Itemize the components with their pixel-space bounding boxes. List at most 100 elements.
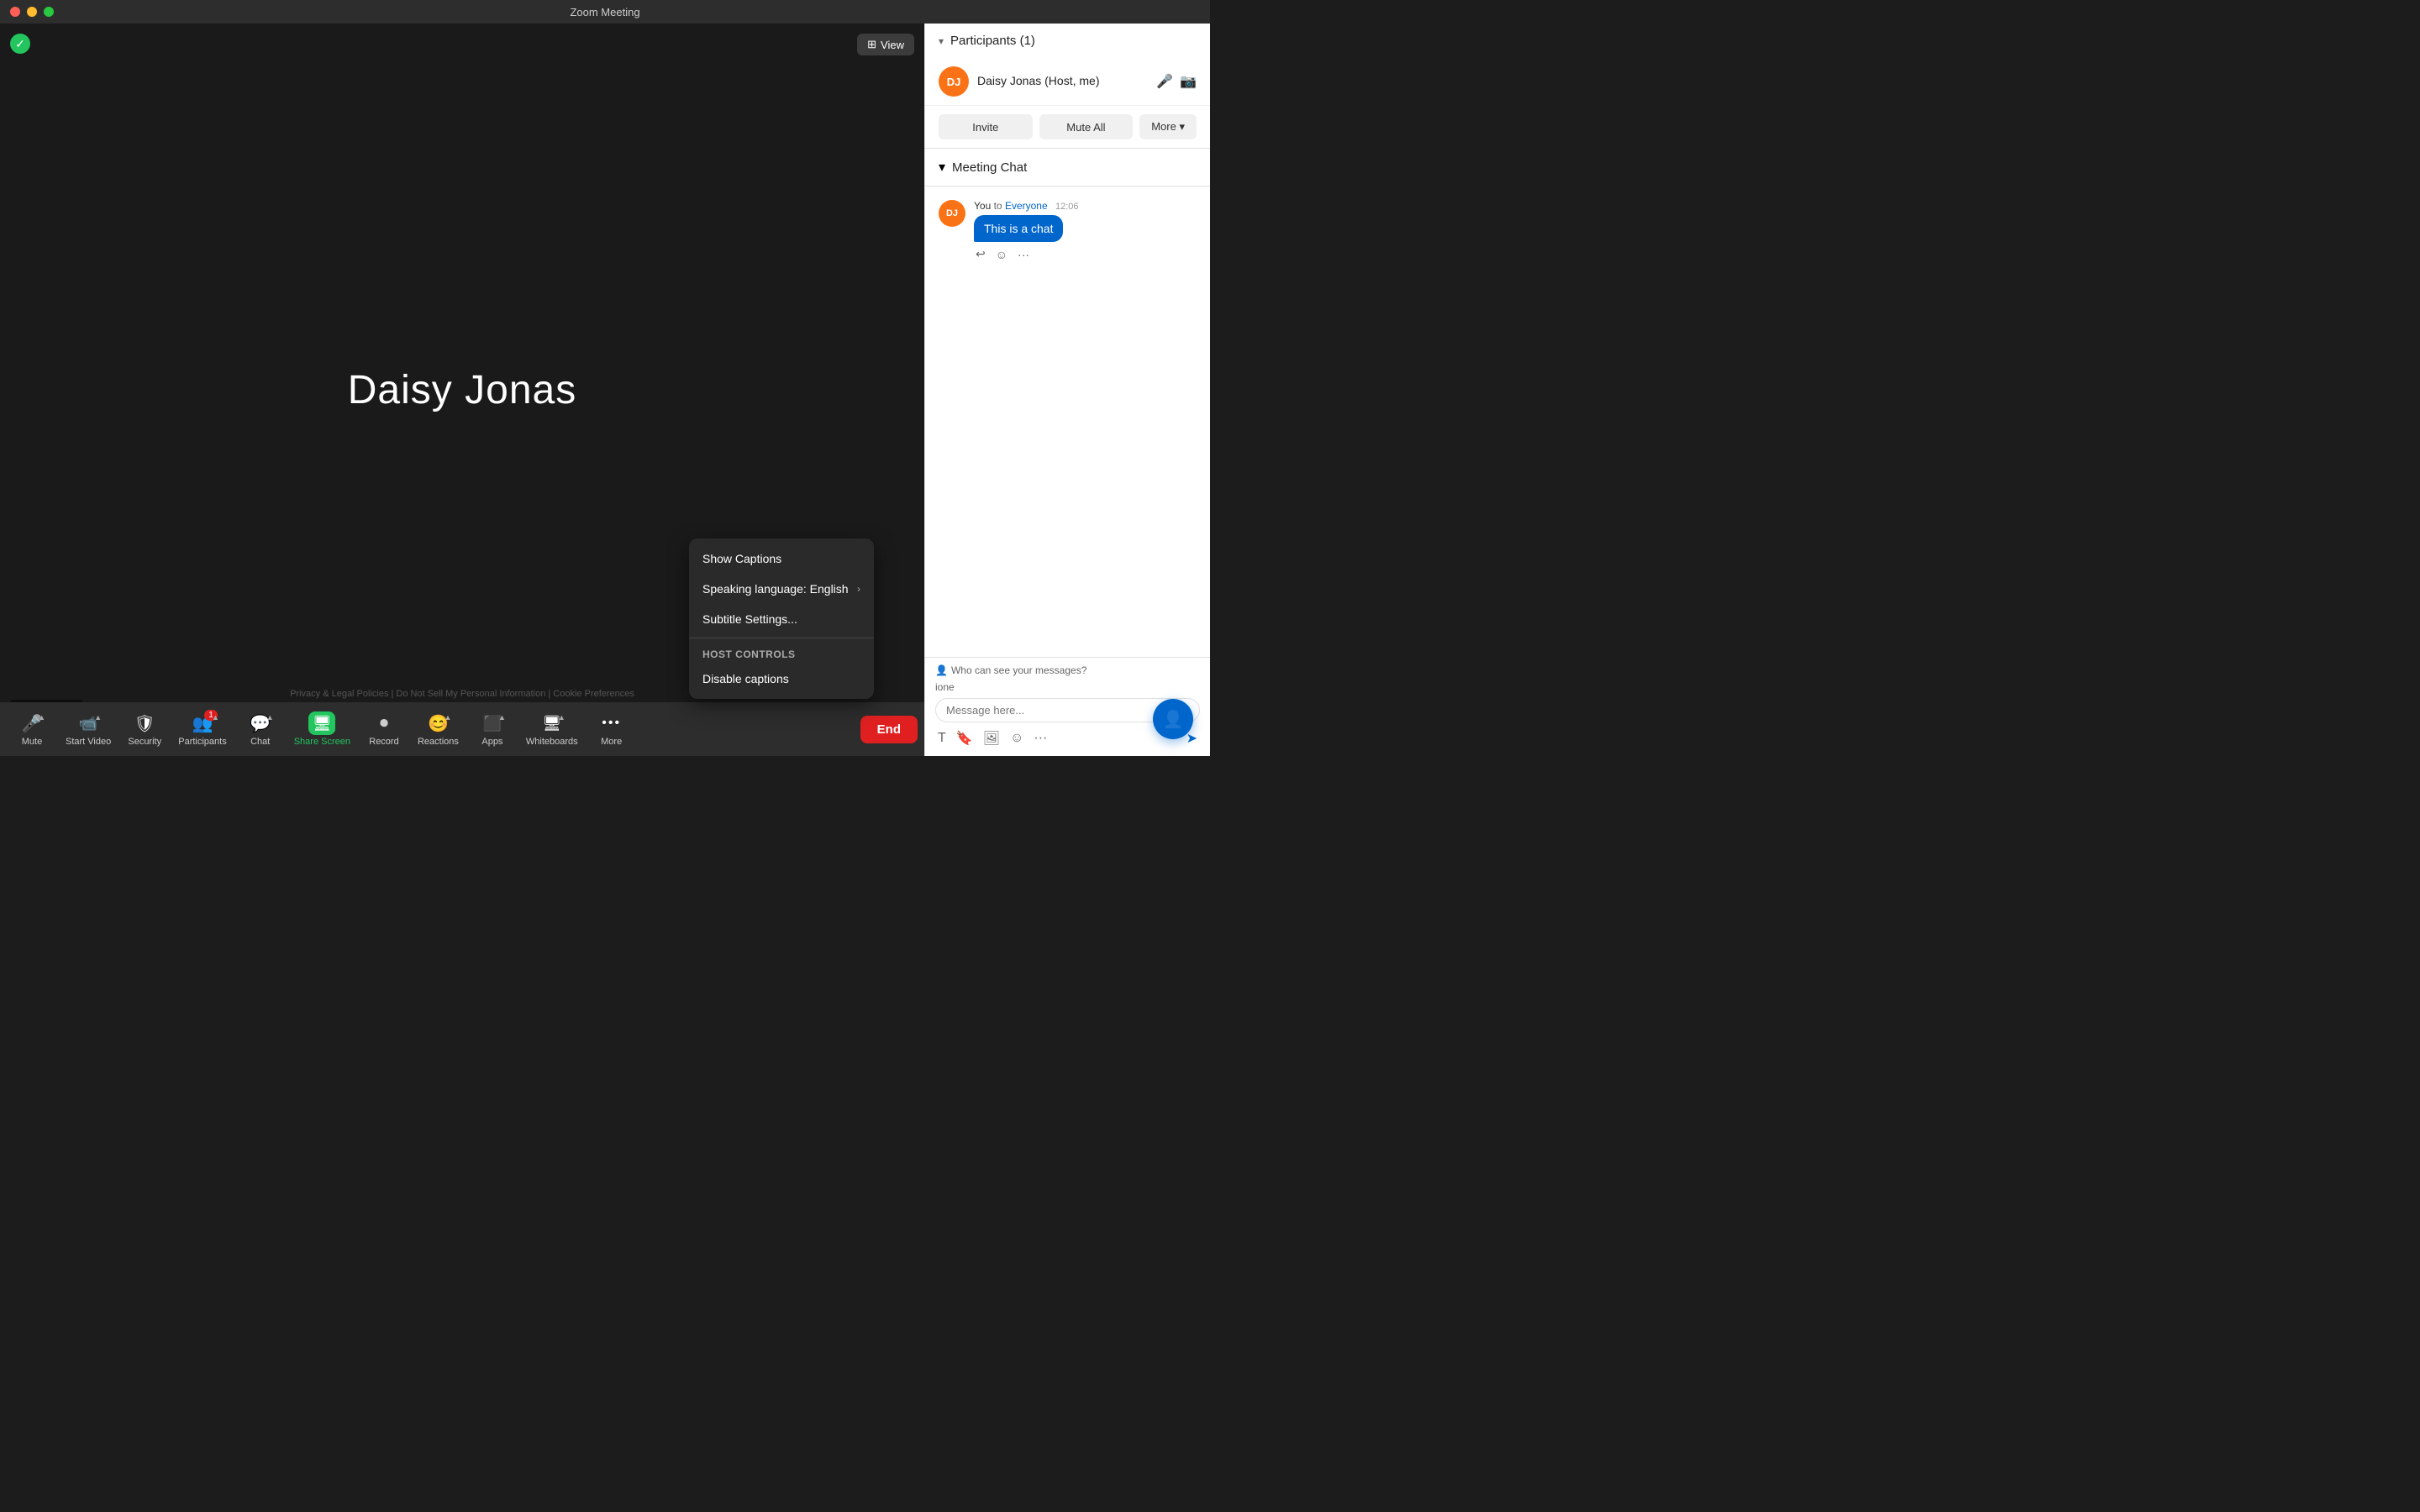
participants-button[interactable]: 👥 1 ▲ Participants	[171, 706, 233, 753]
security-label: Security	[128, 737, 161, 747]
mute-chevron[interactable]: ▲	[38, 713, 45, 722]
view-button-label: View	[881, 39, 904, 51]
format-text-button[interactable]: T	[935, 728, 949, 748]
participants-header: ▾ Participants (1)	[925, 24, 1210, 58]
show-captions-label: Show Captions	[702, 552, 781, 565]
disable-captions-label: Disable captions	[702, 672, 789, 685]
participants-more-label: More	[1151, 120, 1176, 133]
send-to-indicator: ione	[935, 681, 1200, 693]
reactions-button[interactable]: 😊 ▲ Reactions	[411, 706, 466, 753]
speaking-language-label: Speaking language: English	[702, 582, 849, 596]
participants-section: ▾ Participants (1) DJ Daisy Jonas (Host,…	[925, 24, 1210, 149]
participant-info: Daisy Jonas (Host, me)	[977, 74, 1148, 89]
chat-collapse-icon[interactable]: ▾	[939, 159, 945, 176]
whiteboards-icon: 🖥 ▲	[540, 711, 564, 735]
mute-button[interactable]: 🎤 ▲ Mute	[7, 706, 57, 753]
more-label: More	[601, 737, 622, 747]
view-button[interactable]: ⊞ View	[857, 34, 914, 55]
chat-icon: 💬 ▲	[249, 711, 272, 735]
more-icon: •••	[600, 711, 623, 735]
whiteboards-button[interactable]: 🖥 ▲ Whiteboards	[519, 706, 585, 753]
who-can-see-text: Who can see your messages?	[951, 664, 1086, 676]
support-button[interactable]: 👤	[1153, 699, 1193, 739]
participant-mic-icon: 🎤	[1156, 73, 1173, 90]
video-area: ✓ ⊞ View Daisy Jonas Daisy Jonas Show Ca…	[0, 24, 924, 756]
participants-collapse-icon[interactable]: ▾	[939, 35, 944, 47]
maximize-button[interactable]	[44, 7, 54, 17]
emoji-button[interactable]: ☺	[1007, 728, 1026, 748]
disable-captions-item[interactable]: Disable captions	[689, 664, 874, 694]
reply-button[interactable]: ↩	[974, 245, 987, 263]
title-bar: Zoom Meeting	[0, 0, 1210, 24]
chat-label: Chat	[250, 737, 270, 747]
invite-button[interactable]: Invite	[939, 114, 1033, 139]
close-button[interactable]	[10, 7, 20, 17]
share-chevron[interactable]: ▲	[329, 713, 337, 722]
chat-messages: DJ You to Everyone 12:06 This is a chat …	[925, 186, 1210, 657]
apps-button[interactable]: ⬛ ▲ Apps	[467, 706, 518, 753]
chat-message: DJ You to Everyone 12:06 This is a chat …	[939, 200, 1197, 263]
chat-avatar: DJ	[939, 200, 965, 227]
more-dropdown-icon: ▾	[1179, 120, 1185, 133]
chat-recipient: Everyone	[1005, 200, 1048, 212]
end-button[interactable]: End	[860, 716, 918, 743]
chat-actions: ↩ ☺ ···	[974, 245, 1197, 263]
speaking-language-item[interactable]: Speaking language: English ›	[689, 574, 874, 604]
more-button[interactable]: ••• More	[587, 706, 637, 753]
participant-display-name: Daisy Jonas	[348, 367, 576, 413]
view-icon: ⊞	[867, 38, 876, 51]
start-video-button[interactable]: 📹 ▲ Start Video	[59, 706, 118, 753]
apps-chevron[interactable]: ▲	[498, 713, 506, 722]
security-button[interactable]: 🛡 Security	[119, 706, 170, 753]
footer-links: Privacy & Legal Policies | Do Not Sell M…	[290, 689, 634, 699]
reactions-chevron[interactable]: ▲	[445, 713, 452, 722]
chat-header: ▾ Meeting Chat	[925, 149, 1210, 186]
show-captions-item[interactable]: Show Captions	[689, 543, 874, 574]
record-label: Record	[369, 737, 398, 747]
participants-chevron[interactable]: ▲	[212, 713, 219, 722]
participants-label: Participants	[178, 737, 226, 747]
apps-label: Apps	[481, 737, 502, 747]
security-indicator: ✓	[10, 34, 30, 54]
participant-video-icon: 📷	[1180, 73, 1197, 90]
participants-title: Participants (1)	[950, 34, 1197, 48]
participant-controls: Invite Mute All More ▾	[925, 105, 1210, 148]
speaking-language-arrow: ›	[857, 583, 860, 595]
video-icon: 📹 ▲	[76, 711, 100, 735]
image-button[interactable]: 🖼	[981, 727, 1002, 749]
minimize-button[interactable]	[27, 7, 37, 17]
participant-icons: 🎤 📷	[1156, 73, 1197, 90]
support-icon: 👤	[1163, 709, 1184, 730]
reactions-icon: 😊 ▲	[426, 711, 450, 735]
toolbar: 🎤 ▲ Mute 📹 ▲ Start Video 🛡 Security	[0, 702, 924, 756]
share-screen-icon: 🖥 ▲	[308, 711, 335, 735]
whiteboards-label: Whiteboards	[526, 737, 578, 747]
chat-content: You to Everyone 12:06 This is a chat ↩ ☺…	[974, 200, 1197, 263]
more-actions-button[interactable]: ···	[1016, 246, 1031, 263]
main-container: ✓ ⊞ View Daisy Jonas Daisy Jonas Show Ca…	[0, 24, 1210, 756]
mute-label: Mute	[22, 737, 42, 747]
share-screen-label: Share Screen	[294, 737, 350, 747]
host-controls-label: Host controls	[689, 642, 874, 664]
mute-all-button[interactable]: Mute All	[1039, 114, 1134, 139]
chat-time: 12:06	[1055, 202, 1079, 212]
whiteboards-chevron[interactable]: ▲	[558, 713, 566, 722]
record-icon: ⏺	[372, 711, 396, 735]
window-controls[interactable]	[10, 7, 54, 17]
participants-icon: 👥 1 ▲	[191, 711, 214, 735]
share-screen-button[interactable]: 🖥 ▲ Share Screen	[287, 706, 357, 753]
participant-avatar: DJ	[939, 66, 969, 97]
chat-to: to	[994, 200, 1005, 212]
video-chevron[interactable]: ▲	[94, 713, 102, 722]
reactions-label: Reactions	[418, 737, 459, 747]
chat-title: Meeting Chat	[952, 160, 1197, 175]
participants-more-button[interactable]: More ▾	[1139, 114, 1197, 139]
chat-button[interactable]: 💬 ▲ Chat	[235, 706, 286, 753]
more-chat-button[interactable]: ···	[1031, 728, 1050, 748]
record-button[interactable]: ⏺ Record	[359, 706, 409, 753]
subtitle-settings-item[interactable]: Subtitle Settings...	[689, 604, 874, 634]
chat-chevron[interactable]: ▲	[266, 713, 274, 722]
bookmark-button[interactable]: 🔖	[954, 727, 976, 749]
video-label: Start Video	[66, 737, 111, 747]
react-button[interactable]: ☺	[994, 246, 1009, 263]
